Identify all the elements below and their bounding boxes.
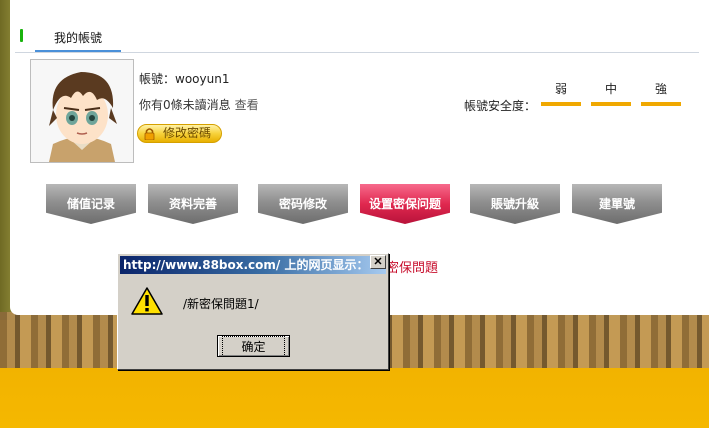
avatar [30,59,134,163]
warning-icon [131,287,163,315]
security-level-medium: 中 [604,82,617,96]
background-footer [0,368,709,428]
tab-strip: 我的帳號 [15,22,699,53]
username-line: 帳號：wooyun1 [139,70,229,87]
unread-messages: 你有0條未讀消息 查看 [139,96,259,113]
security-bar-weak [541,102,581,106]
unread-text: 你有0條未讀消息 [139,98,231,112]
ok-button-label: 确定 [222,336,285,357]
section-heading: 密保問題 [386,261,439,276]
dialog-message: /新密保問題1/ [183,297,259,311]
close-icon[interactable]: ✕ [370,255,386,269]
alert-dialog: http://www.88box.com/ 上的网页显示： ✕ /新密保問題1/… [117,253,389,370]
view-messages-link[interactable]: 查看 [235,98,259,112]
change-password-button[interactable]: 修改密碼 [137,124,222,143]
tab-indicator [20,29,23,42]
security-label: 帳號安全度： [464,99,537,113]
ok-button[interactable]: 确定 [217,335,290,357]
username-label: 帳號： [139,72,176,86]
security-bar-strong [641,102,681,106]
security-bar-medium [591,102,631,106]
dialog-title: http://www.88box.com/ 上的网页显示： [120,256,386,274]
change-password-label: 修改密碼 [162,126,211,140]
tab-my-account[interactable]: 我的帳號 [35,22,121,52]
username-value: wooyun1 [175,72,230,86]
security-level-strong: 強 [654,82,667,96]
lock-icon [144,128,155,140]
security-level-weak: 弱 [554,82,567,96]
